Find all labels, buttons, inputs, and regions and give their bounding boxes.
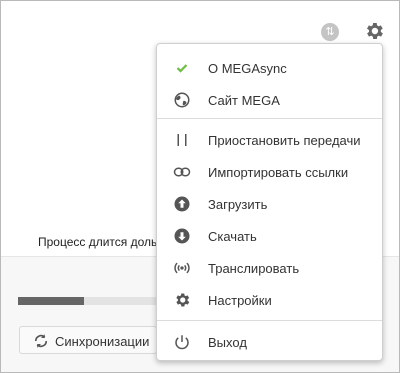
menu-item-label: Выход xyxy=(208,335,247,350)
settings-gear-icon[interactable] xyxy=(363,20,385,42)
settings-menu: О MEGAsync Сайт MEGA Приостановить перед… xyxy=(156,43,383,361)
menu-item-about[interactable]: О MEGAsync xyxy=(157,54,382,82)
menu-item-label: О MEGAsync xyxy=(208,61,287,76)
menu-separator xyxy=(157,118,382,119)
stream-icon xyxy=(173,259,191,277)
link-icon xyxy=(173,163,191,181)
syncs-button[interactable]: Синхронизации xyxy=(19,326,157,354)
status-text: Процесс длится дольш xyxy=(38,235,167,249)
progress-bar xyxy=(18,297,158,305)
menu-item-label: Настройки xyxy=(208,293,272,308)
menu-item-label: Скачать xyxy=(208,229,257,244)
upload-icon xyxy=(173,195,191,213)
menu-item-upload[interactable]: Загрузить xyxy=(157,190,382,218)
menu-item-import-links[interactable]: Импортировать ссылки xyxy=(157,158,382,186)
megasync-window: ⇅ Процесс длится дольш Синхронизации О M… xyxy=(0,0,400,373)
transfers-icon[interactable]: ⇅ xyxy=(321,23,339,41)
pause-icon xyxy=(173,131,191,149)
menu-item-mega-site[interactable]: Сайт MEGA xyxy=(157,86,382,114)
check-icon xyxy=(173,59,191,77)
syncs-button-label: Синхронизации xyxy=(55,334,150,349)
menu-item-stream[interactable]: Транслировать xyxy=(157,254,382,282)
sync-icon xyxy=(32,332,50,350)
gear-icon xyxy=(173,291,191,309)
download-icon xyxy=(173,227,191,245)
power-icon xyxy=(173,333,191,351)
menu-item-label: Импортировать ссылки xyxy=(208,165,349,180)
menu-item-label: Сайт MEGA xyxy=(208,93,280,108)
menu-separator xyxy=(157,320,382,321)
menu-item-download[interactable]: Скачать xyxy=(157,222,382,250)
menu-item-pause-transfers[interactable]: Приостановить передачи xyxy=(157,126,382,154)
menu-item-exit[interactable]: Выход xyxy=(157,328,382,356)
menu-item-label: Транслировать xyxy=(208,261,300,276)
menu-item-label: Загрузить xyxy=(208,197,268,212)
menu-item-label: Приостановить передачи xyxy=(208,133,361,148)
menu-item-settings[interactable]: Настройки xyxy=(157,286,382,314)
progress-fill xyxy=(18,297,84,305)
globe-icon xyxy=(173,91,191,109)
